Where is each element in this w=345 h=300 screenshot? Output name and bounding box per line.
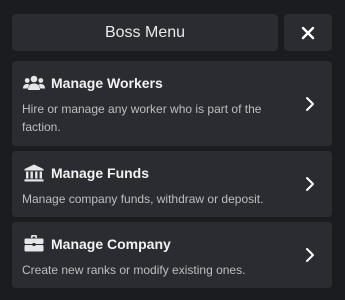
chevron-right-icon	[304, 176, 316, 192]
menu-item-description: Create new ranks or modify existing ones…	[22, 263, 246, 277]
menu-item-description: Manage company funds, withdraw or deposi…	[22, 192, 264, 206]
users-icon	[23, 74, 45, 92]
close-button[interactable]	[284, 14, 332, 51]
chevron-right-icon	[304, 247, 316, 263]
menu-item-title: Manage Funds	[51, 165, 150, 181]
chevron-right-icon	[304, 96, 316, 112]
menu-item-manage-funds[interactable]: Manage Funds Manage company funds, withd…	[12, 151, 332, 217]
briefcase-icon	[23, 234, 45, 252]
bank-icon	[23, 164, 45, 182]
close-icon	[301, 26, 315, 40]
page-title: Boss Menu	[12, 14, 278, 51]
header: Boss Menu	[12, 14, 332, 51]
menu-item-manage-workers[interactable]: Manage Workers Hire or manage any worker…	[12, 61, 332, 146]
menu-item-title: Manage Workers	[51, 75, 163, 91]
menu-item-manage-company[interactable]: Manage Company Create new ranks or modif…	[12, 222, 332, 288]
menu-item-title: Manage Company	[51, 236, 171, 252]
menu-item-description: Hire or manage any worker who is part of…	[22, 102, 262, 134]
